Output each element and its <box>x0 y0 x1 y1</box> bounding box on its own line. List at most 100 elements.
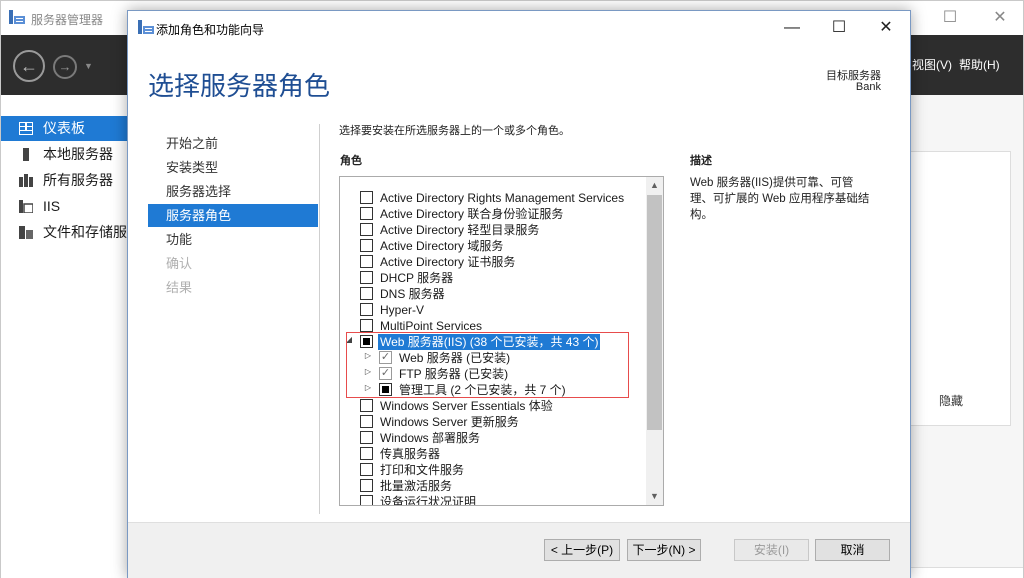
role-item[interactable]: Active Directory 域服务 <box>340 238 648 254</box>
description-text: Web 服务器(IIS)提供可靠、可管理、可扩展的 Web 应用程序基础结构。 <box>690 177 870 221</box>
sidebar-item-dashboard[interactable]: 仪表板 <box>1 116 129 141</box>
role-checkbox[interactable] <box>360 319 373 332</box>
description-heading: 描述 <box>690 155 712 167</box>
role-label: DNS 服务器 <box>380 287 445 301</box>
role-label: Active Directory 联合身份验证服务 <box>380 207 564 221</box>
server-manager-side-panel <box>911 151 1011 426</box>
role-item[interactable]: Active Directory 证书服务 <box>340 254 648 270</box>
role-label: 传真服务器 <box>380 447 441 461</box>
sm-maximize-button[interactable]: ☐ <box>927 5 973 31</box>
wizard-title: 添加角色和功能向导 <box>156 23 265 37</box>
role-item[interactable]: DNS 服务器 <box>340 286 648 302</box>
role-checkbox[interactable] <box>360 495 373 505</box>
role-checkbox[interactable] <box>360 207 373 220</box>
local-server-icon <box>23 148 29 161</box>
role-checkbox[interactable] <box>360 447 373 460</box>
scroll-thumb[interactable] <box>647 195 662 430</box>
role-label: Windows 部署服务 <box>380 431 481 445</box>
sidebar-item-label: 仪表板 <box>43 120 85 136</box>
scroll-down-icon[interactable]: ▼ <box>646 488 663 505</box>
role-checkbox[interactable] <box>360 239 373 252</box>
sidebar-item-iis[interactable]: IIS <box>1 194 129 219</box>
step-before-you-begin[interactable]: 开始之前 <box>148 132 318 155</box>
sidebar-item-label: 所有服务器 <box>43 172 113 188</box>
file-storage-icon <box>19 226 33 239</box>
role-checkbox[interactable] <box>360 191 373 204</box>
highlight-annotation-box <box>346 332 629 398</box>
role-label: Active Directory Rights Management Servi… <box>380 191 625 205</box>
role-label: Windows Server Essentials 体验 <box>380 399 553 413</box>
role-item[interactable]: Hyper-V <box>340 302 648 318</box>
back-arrow-icon[interactable]: ← <box>13 50 45 82</box>
step-installation-type[interactable]: 安装类型 <box>148 156 318 179</box>
role-item[interactable]: 传真服务器 <box>340 446 648 462</box>
role-label: Active Directory 域服务 <box>380 239 504 253</box>
role-checkbox[interactable] <box>360 255 373 268</box>
role-label: 打印和文件服务 <box>380 463 465 477</box>
instructions-text: 选择要安装在所选服务器上的一个或多个角色。 <box>339 125 570 137</box>
dashboard-icon <box>19 122 33 135</box>
role-checkbox[interactable] <box>360 399 373 412</box>
role-checkbox[interactable] <box>360 303 373 316</box>
role-checkbox[interactable] <box>360 287 373 300</box>
forward-arrow-icon[interactable]: → <box>53 55 77 79</box>
role-item[interactable]: DHCP 服务器 <box>340 270 648 286</box>
role-item[interactable]: Active Directory Rights Management Servi… <box>340 190 648 206</box>
wizard-maximize-button[interactable]: ☐ <box>816 14 862 42</box>
role-checkbox[interactable] <box>360 479 373 492</box>
next-button[interactable]: 下一步(N) > <box>627 539 701 561</box>
history-dropdown-icon[interactable]: ▼ <box>84 61 93 71</box>
role-item[interactable]: Windows Server Essentials 体验 <box>340 398 648 414</box>
all-servers-icon <box>19 174 33 187</box>
role-item[interactable]: 打印和文件服务 <box>340 462 648 478</box>
wizard-minimize-button[interactable]: — <box>769 14 815 42</box>
steps-divider <box>319 124 320 514</box>
role-checkbox[interactable] <box>360 463 373 476</box>
previous-button[interactable]: < 上一步(P) <box>544 539 620 561</box>
cancel-button[interactable]: 取消 <box>815 539 890 561</box>
step-server-selection[interactable]: 服务器选择 <box>148 180 318 203</box>
sidebar-item-label: 本地服务器 <box>43 146 113 162</box>
role-label: 设备运行状况证明 <box>380 495 477 506</box>
sm-close-button[interactable]: ✕ <box>977 5 1023 31</box>
role-label: Windows Server 更新服务 <box>380 415 519 429</box>
wizard-app-icon <box>138 20 154 34</box>
sidebar-item-local-server[interactable]: 本地服务器 <box>1 142 129 167</box>
scroll-up-icon[interactable]: ▲ <box>646 177 663 194</box>
hide-link[interactable]: 隐藏 <box>939 392 963 409</box>
server-manager-title: 服务器管理器 <box>31 13 104 27</box>
sidebar-item-file-storage[interactable]: 文件和存储服 <box>1 220 129 245</box>
wizard-close-button[interactable]: ✕ <box>863 14 909 42</box>
roles-tree[interactable]: Active Directory Rights Management Servi… <box>339 176 664 506</box>
role-item[interactable]: Active Directory 轻型目录服务 <box>340 222 648 238</box>
sidebar-item-all-servers[interactable]: 所有服务器 <box>1 168 129 193</box>
role-label: DHCP 服务器 <box>380 271 454 285</box>
server-manager-sidebar: 仪表板 本地服务器 所有服务器 IIS 文件和存储服 <box>1 95 129 578</box>
wizard-footer: < 上一步(P) 下一步(N) > 安装(I) 取消 <box>128 522 910 578</box>
roles-scrollbar[interactable]: ▲ ▼ <box>646 177 663 505</box>
wizard-titlebar: 添加角色和功能向导 — ☐ ✕ <box>128 11 910 43</box>
step-server-roles[interactable]: 服务器角色 <box>148 204 318 227</box>
role-label: Active Directory 证书服务 <box>380 255 516 269</box>
roles-heading: 角色 <box>340 155 362 167</box>
page-title: 选择服务器角色 <box>148 72 331 102</box>
role-item[interactable]: Windows 部署服务 <box>340 430 648 446</box>
role-item[interactable]: 设备运行状况证明 <box>340 494 648 506</box>
role-checkbox[interactable] <box>360 415 373 428</box>
target-server-value: Bank <box>855 81 881 93</box>
step-features[interactable]: 功能 <box>148 228 318 251</box>
menu-help[interactable]: 帮助(H) <box>959 56 1000 73</box>
add-roles-wizard: 添加角色和功能向导 — ☐ ✕ 选择服务器角色 目标服务器 Bank 开始之前 … <box>127 10 911 578</box>
role-item[interactable]: 批量激活服务 <box>340 478 648 494</box>
step-confirmation: 确认 <box>166 256 193 271</box>
sidebar-item-label: IIS <box>43 198 61 214</box>
role-checkbox[interactable] <box>360 271 373 284</box>
role-label: 批量激活服务 <box>380 479 453 493</box>
role-label: Active Directory 轻型目录服务 <box>380 223 540 237</box>
menu-view[interactable]: 视图(V) <box>912 56 952 73</box>
role-checkbox[interactable] <box>360 223 373 236</box>
role-item[interactable]: Active Directory 联合身份验证服务 <box>340 206 648 222</box>
role-item[interactable]: Windows Server 更新服务 <box>340 414 648 430</box>
install-button[interactable]: 安装(I) <box>734 539 809 561</box>
role-checkbox[interactable] <box>360 431 373 444</box>
